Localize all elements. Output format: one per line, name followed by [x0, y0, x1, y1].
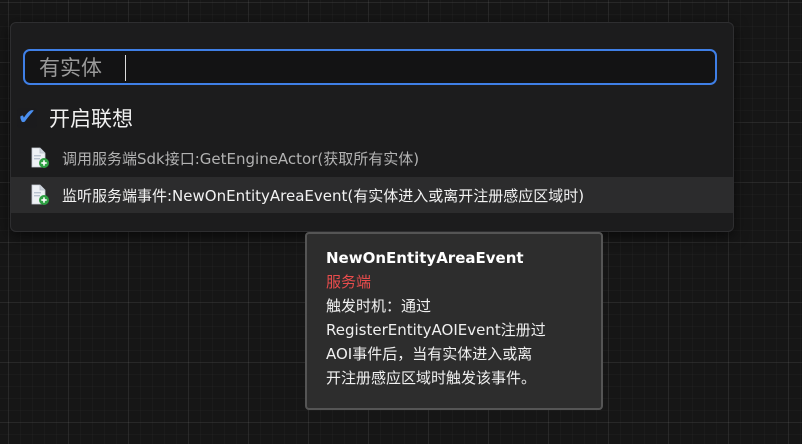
autocomplete-popup: ✔ 开启联想 调用服务端Sdk接口:GetEngineActor(获取所有实体) [10, 22, 734, 232]
tooltip-description-line: 触发时机：通过 [326, 297, 432, 315]
file-add-icon [30, 147, 50, 169]
suggest-toggle[interactable]: ✔ 开启联想 [17, 103, 133, 133]
result-text: 监听服务端事件:NewOnEntityAreaEvent(有实体进入或离开注册感… [62, 186, 585, 205]
result-text: 调用服务端Sdk接口:GetEngineActor(获取所有实体) [62, 149, 420, 168]
result-item[interactable]: 调用服务端Sdk接口:GetEngineActor(获取所有实体) [11, 140, 733, 176]
tooltip-description-line: RegisterEntityAOIEvent注册过 [326, 321, 546, 339]
checkbox-checked-icon[interactable]: ✔ [17, 107, 37, 129]
event-tooltip: NewOnEntityAreaEvent 服务端 触发时机：通过 Registe… [305, 232, 603, 410]
suggest-toggle-label: 开启联想 [49, 107, 133, 131]
tooltip-description-line: 开注册感应区域时触发该事件。 [326, 369, 537, 387]
result-item-selected[interactable]: 监听服务端事件:NewOnEntityAreaEvent(有实体进入或离开注册感… [11, 177, 733, 213]
search-input[interactable] [39, 54, 699, 80]
tooltip-title: NewOnEntityAreaEvent [326, 249, 524, 267]
tooltip-side-tag: 服务端 [326, 273, 372, 291]
file-add-icon [30, 184, 50, 206]
text-caret [125, 55, 126, 81]
search-box[interactable] [23, 49, 717, 85]
tooltip-description-line: AOI事件后，当有实体进入或离 [326, 345, 533, 363]
